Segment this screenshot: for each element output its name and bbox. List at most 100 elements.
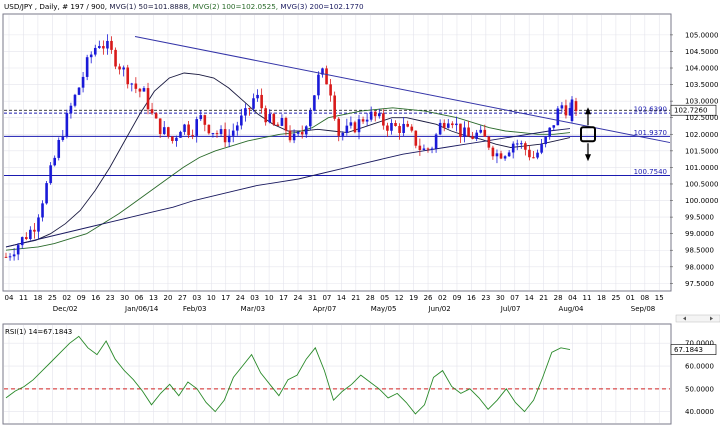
candle-body (313, 95, 316, 111)
x-month-label: Apr/07 (313, 305, 336, 313)
rsi-y-tick-label: 50.0000 (685, 385, 714, 393)
x-tick-label: 17 (221, 294, 230, 302)
candle-body (89, 54, 93, 58)
candle-body (16, 245, 20, 255)
x-month-label: Feb/03 (183, 305, 207, 313)
candle-body (377, 113, 381, 117)
chart-header: USD/JPY , Daily, # 197 / 900, MVG(1) 50=… (4, 2, 364, 11)
rsi-y-tick-label: 60.0000 (685, 363, 714, 371)
candle-body (479, 129, 483, 133)
candle-body (93, 47, 97, 55)
y-tick-label: 104.0000 (685, 65, 718, 73)
candle-body (406, 123, 409, 127)
candle-body (24, 237, 28, 240)
candle-body (37, 217, 40, 232)
candle-body (45, 183, 48, 204)
candle-body (12, 254, 16, 257)
symbol-label: USD/JPY , Daily, # 197 / 900, (4, 2, 107, 11)
candle-body (304, 126, 308, 135)
candle-body (296, 132, 300, 134)
candle-body (252, 98, 255, 109)
x-tick-label: 01 (626, 294, 635, 302)
candle-body (110, 40, 113, 50)
candle-body (398, 126, 401, 133)
candle-body (268, 114, 272, 123)
x-tick-label: 07 (322, 294, 331, 302)
candle-body (410, 126, 414, 131)
x-tick-label: 28 (554, 294, 563, 302)
rsi-y-tick-label: 40.0000 (685, 408, 714, 416)
y-tick-label: 97.5000 (685, 280, 714, 288)
x-tick-label: 30 (496, 294, 505, 302)
rsi-panel-frame (2, 323, 672, 425)
candle-body (345, 125, 349, 133)
candle-body (544, 136, 547, 145)
y-tick-label: 103.5000 (685, 81, 718, 89)
x-tick-label: 18 (597, 294, 606, 302)
y-tick-label: 100.0000 (685, 197, 718, 205)
candle-body (309, 110, 312, 127)
candle-body (414, 130, 418, 146)
candle-body (146, 88, 150, 110)
x-tick-label: 19 (409, 294, 418, 302)
x-month-label: Dec/02 (53, 305, 78, 313)
current-price-label: 102.7260 (674, 107, 707, 115)
candle-body (434, 134, 438, 149)
candle-body (446, 123, 450, 128)
candle-body (467, 127, 470, 137)
candle-body (264, 108, 267, 123)
candle-body (459, 123, 462, 137)
candle-body (102, 46, 105, 49)
x-tick-label: 03 (250, 294, 259, 302)
candle-body (280, 118, 284, 126)
candle-body (552, 125, 556, 128)
x-tick-label: 02 (438, 294, 447, 302)
x-tick-label: 24 (294, 294, 303, 302)
candle-body (394, 122, 397, 127)
candle-body (365, 119, 369, 122)
candle-body (349, 122, 353, 126)
candle-body (240, 115, 243, 126)
candle-body (570, 99, 574, 122)
scroll-handle-icon[interactable] (675, 314, 720, 323)
y-tick-label: 103.0000 (685, 98, 718, 106)
level-label: 102.6390 (634, 106, 667, 114)
candle-body (337, 118, 341, 136)
candle-body (187, 124, 190, 136)
candle-body (215, 133, 219, 135)
candle-body (118, 66, 121, 70)
candle-body (499, 153, 503, 159)
candle-body (179, 131, 182, 138)
candle-body (183, 124, 186, 132)
x-tick-label: 14 (525, 294, 534, 302)
candle-body (223, 129, 227, 143)
candle-body (158, 118, 162, 134)
candle-body (540, 144, 543, 153)
y-tick-label: 101.0000 (685, 164, 718, 172)
candle-body (73, 94, 77, 106)
candle-body (260, 94, 263, 109)
candle-body (130, 83, 134, 85)
candle-body (69, 105, 73, 114)
candle-body (81, 76, 85, 88)
candle-body (154, 113, 158, 119)
candle-body (61, 136, 65, 140)
y-tick-label: 99.5000 (685, 214, 714, 222)
candle-body (357, 119, 361, 133)
candle-body (272, 114, 276, 125)
candle-body (175, 137, 178, 142)
candle-body (49, 165, 52, 184)
x-tick-label: 07 (510, 294, 519, 302)
x-tick-label: 17 (279, 294, 288, 302)
x-tick-label: 21 (539, 294, 548, 302)
x-tick-label: 10 (207, 294, 216, 302)
y-tick-label: 105.0000 (685, 31, 718, 39)
candle-body (207, 124, 211, 134)
candle-body (382, 113, 385, 126)
candle-body (57, 139, 61, 158)
candle-body (231, 130, 235, 136)
x-month-label: Jan/06/14 (124, 305, 159, 313)
ma1-label: MVG(1) 50=101.8888, (109, 2, 190, 11)
price-panel-frame (2, 13, 672, 292)
ma3-label: MVG(3) 200=102.1770 (280, 2, 364, 11)
